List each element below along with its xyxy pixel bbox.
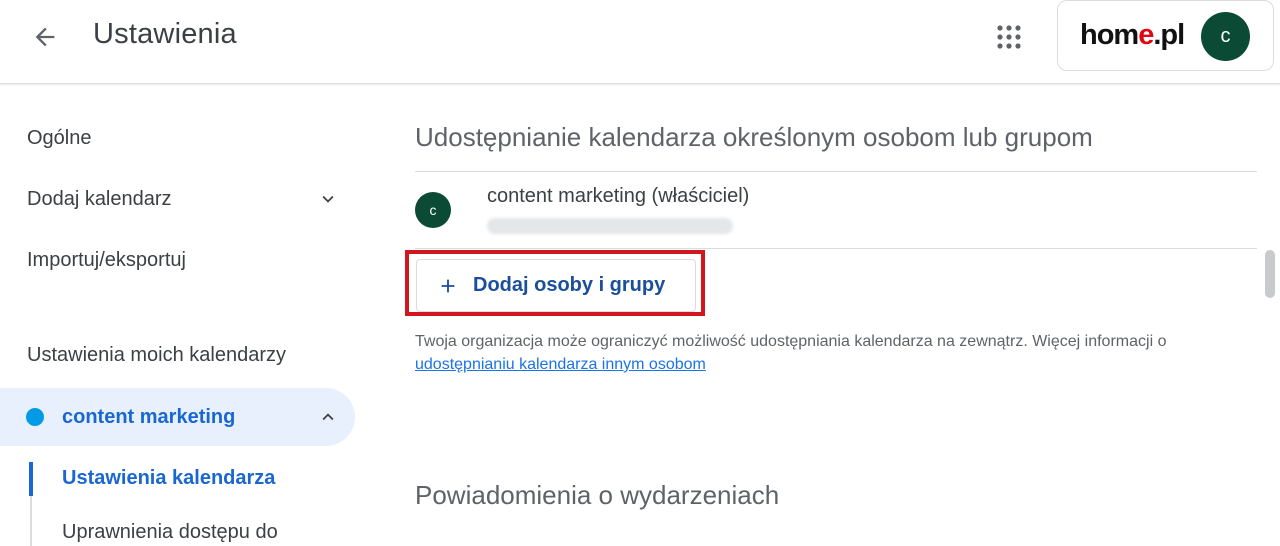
account-avatar[interactable]: c — [1201, 12, 1250, 61]
arrow-back-icon — [35, 27, 55, 47]
back-button[interactable] — [22, 14, 68, 60]
owner-avatar: c — [415, 192, 451, 228]
sharing-section-title: Udostępnianie kalendarza określonym osob… — [415, 122, 1093, 152]
sidebar-item-label: Importuj/eksportuj — [27, 248, 186, 271]
top-app-bar: Ustawienia home.pl c — [0, 0, 1280, 84]
sidebar-item-import-export[interactable]: Importuj/eksportuj — [0, 237, 355, 283]
brand-logo-prefix: hom — [1080, 19, 1139, 51]
notifications-section-title: Powiadomienia o wydarzeniach — [415, 480, 780, 510]
calendar-color-dot — [26, 408, 44, 426]
sidebar-subitem-access-permissions[interactable]: Uprawnienia dostępu do — [62, 521, 278, 544]
chevron-down-icon[interactable] — [317, 188, 339, 210]
brand-logo: home.pl — [1080, 19, 1185, 52]
brand-logo-suffix: .pl — [1153, 19, 1185, 51]
apps-button[interactable] — [986, 14, 1032, 60]
page-title: Ustawienia — [93, 18, 237, 50]
settings-sidebar: Ogólne Dodaj kalendarz Importuj/eksportu… — [0, 84, 370, 546]
add-button-label: Dodaj osoby i grupy — [473, 274, 666, 296]
owner-name: content marketing (właściciel) — [487, 185, 750, 207]
sidebar-item-general[interactable]: Ogólne — [0, 115, 355, 161]
sharing-help-link[interactable]: udostępnianiu kalendarza innym osobom — [415, 356, 706, 373]
add-people-and-groups-button[interactable]: Dodaj osoby i grupy — [416, 259, 696, 312]
sidebar-subitem-calendar-settings[interactable]: Ustawienia kalendarza — [62, 467, 275, 490]
sidebar-calendar-label: content marketing — [62, 405, 236, 428]
sharing-info-text: Twoja organizacja może ograniczyć możliw… — [415, 330, 1265, 376]
sidebar-calendar-content-marketing[interactable]: content marketing — [0, 388, 355, 446]
divider — [415, 171, 1257, 172]
sidebar-item-label: Dodaj kalendarz — [27, 187, 172, 210]
divider — [415, 248, 1257, 249]
account-switcher[interactable]: home.pl c — [1057, 0, 1274, 71]
brand-logo-accent: e — [1138, 19, 1154, 51]
plus-icon — [437, 275, 459, 297]
sidebar-section-heading: Ustawienia moich kalendarzy — [27, 344, 287, 366]
chevron-up-icon[interactable] — [317, 406, 339, 428]
apps-grid-icon — [997, 25, 1021, 49]
settings-main: Udostępnianie kalendarza określonym osob… — [370, 84, 1280, 546]
submenu-active-indicator — [29, 462, 33, 496]
sharing-info-body: Twoja organizacja może ograniczyć możliw… — [415, 333, 1167, 350]
scrollbar-thumb[interactable] — [1265, 250, 1275, 298]
sidebar-item-label: Ogólne — [27, 126, 92, 149]
owner-email-redacted — [487, 218, 733, 234]
sidebar-item-add-calendar[interactable]: Dodaj kalendarz — [0, 176, 355, 222]
